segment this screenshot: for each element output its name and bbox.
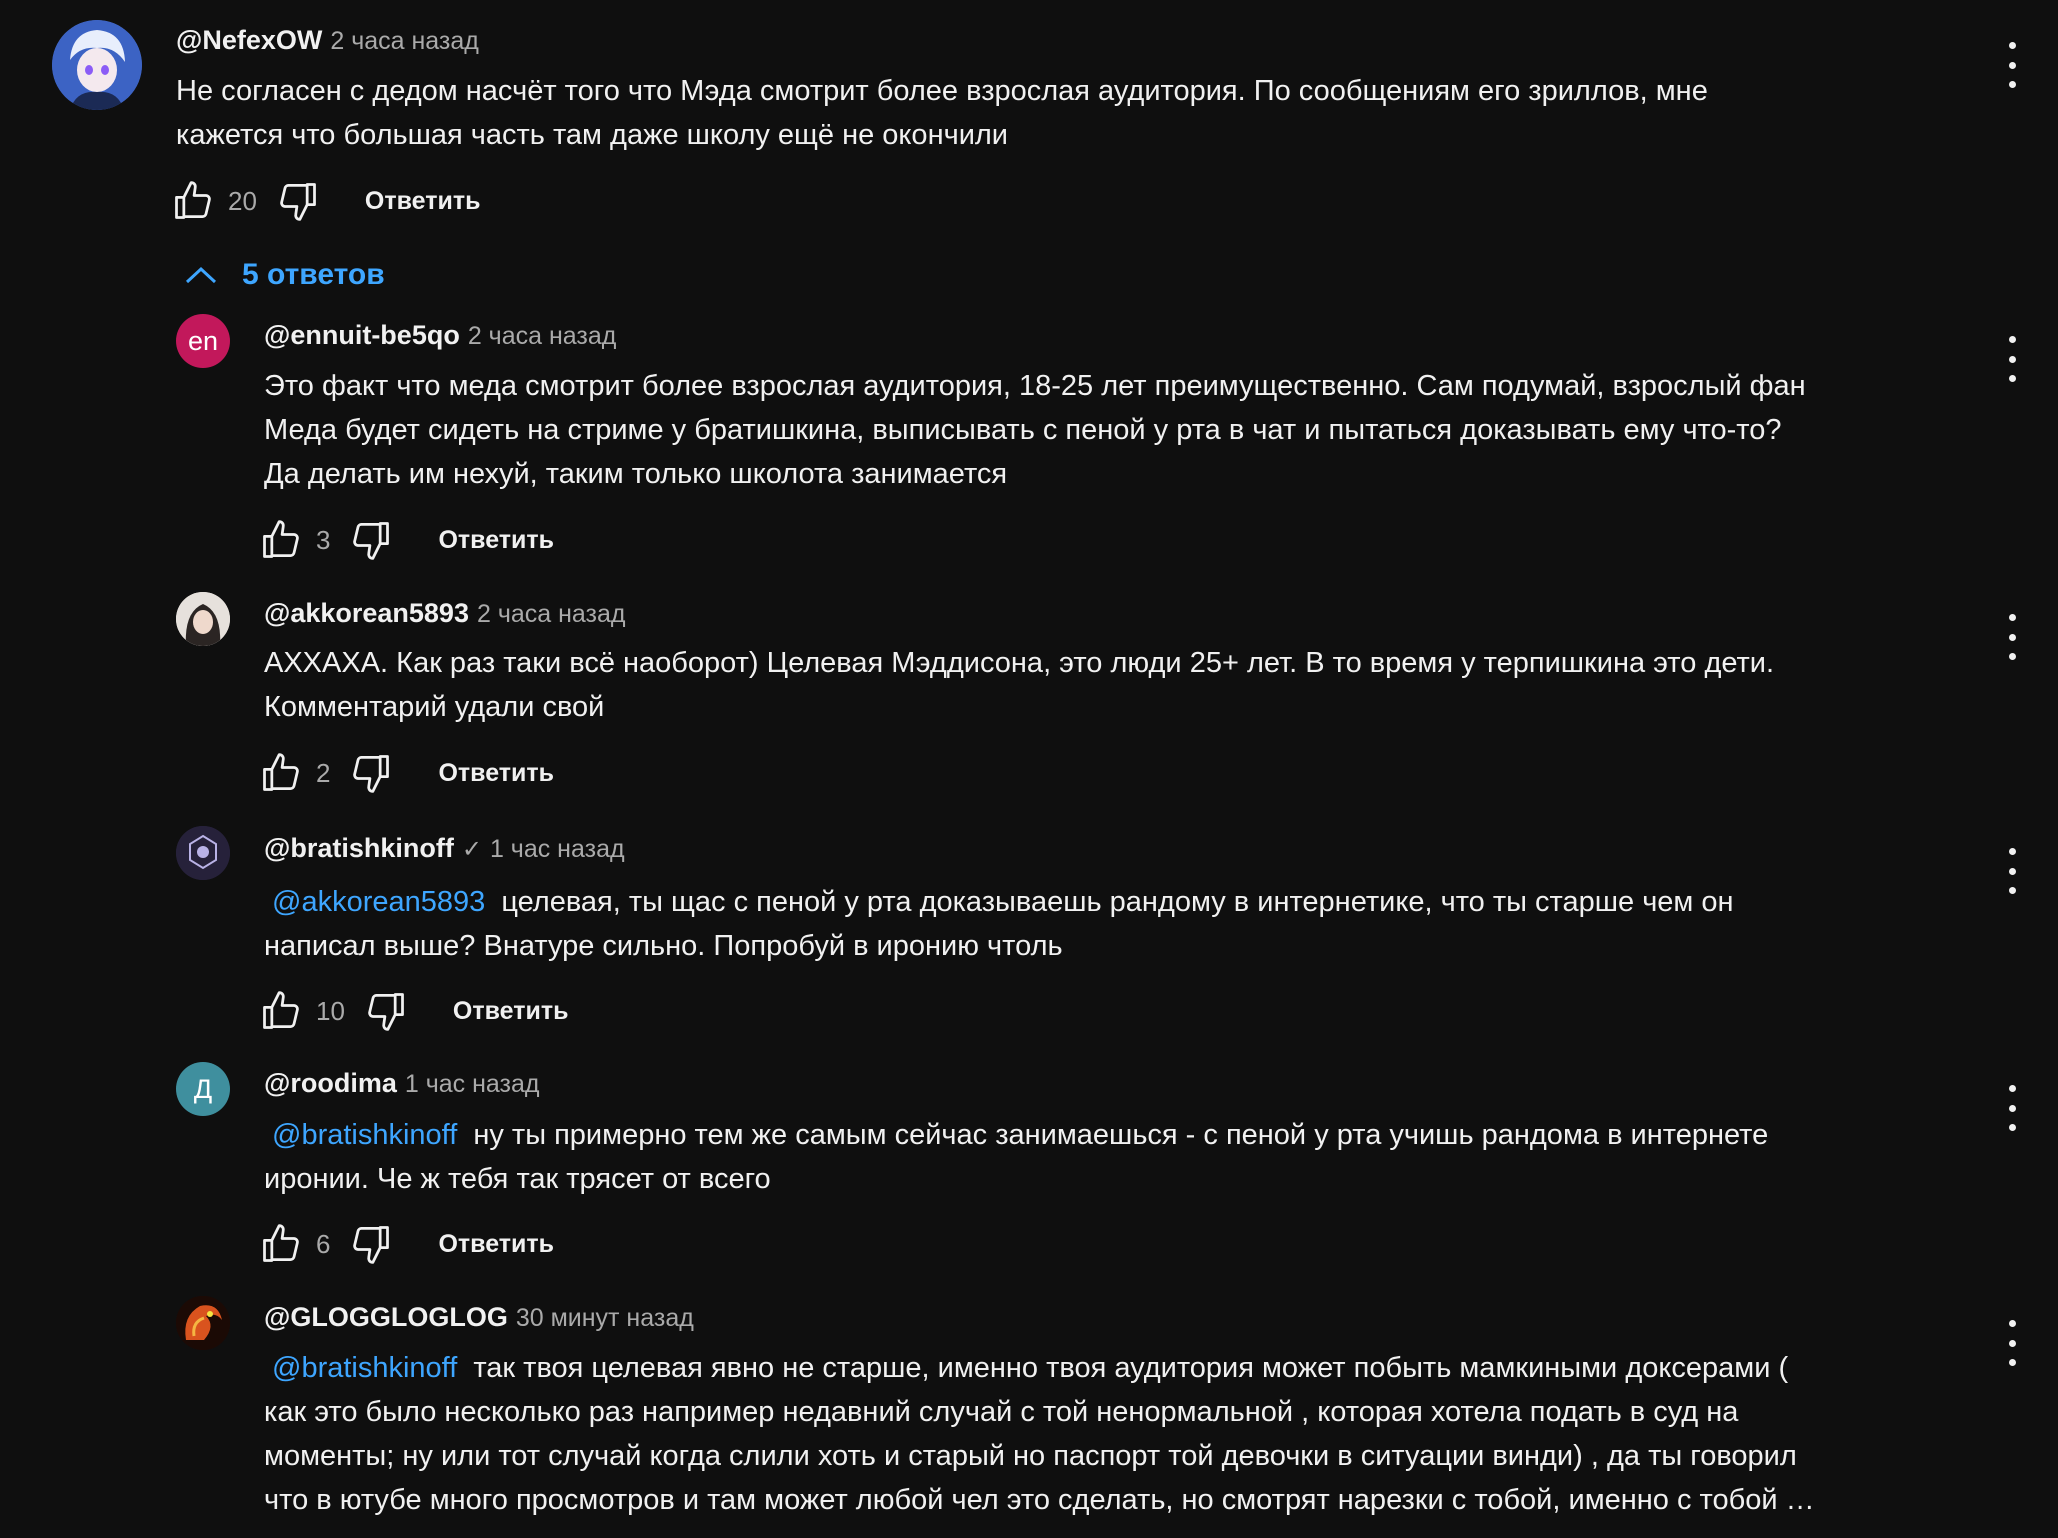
chevron-up-icon bbox=[185, 266, 217, 284]
comment-actions: 3 Ответить bbox=[258, 515, 554, 565]
timestamp[interactable]: 2 часа назад bbox=[330, 27, 479, 55]
thumb-up-icon bbox=[263, 1224, 299, 1262]
like-count: 20 bbox=[228, 185, 257, 216]
thumb-down-icon bbox=[353, 522, 390, 560]
replies-count-label: 5 ответов bbox=[242, 258, 385, 291]
reply-button[interactable]: Ответить bbox=[438, 526, 554, 555]
like-button[interactable] bbox=[258, 988, 304, 1034]
like-count: 2 bbox=[316, 757, 331, 788]
anime-avatar-icon bbox=[52, 20, 142, 110]
author-name[interactable]: @NefexOW bbox=[176, 25, 322, 55]
mention-link[interactable]: @bratishkinoff bbox=[264, 1352, 465, 1384]
comment-text-content: ну ты примерно тем же самым сейчас заним… bbox=[264, 1119, 1769, 1195]
dragon-avatar-icon bbox=[176, 1296, 230, 1350]
like-button[interactable] bbox=[258, 750, 304, 796]
avatar[interactable] bbox=[176, 1296, 230, 1350]
avatar-initials: en bbox=[187, 325, 219, 356]
channel-logo-icon bbox=[176, 826, 230, 880]
more-actions-icon[interactable] bbox=[2006, 1320, 2018, 1366]
reply-button[interactable]: Ответить bbox=[365, 187, 481, 216]
dislike-button[interactable] bbox=[275, 178, 321, 224]
comment-actions: 10 Ответить bbox=[258, 986, 568, 1036]
thumb-down-icon bbox=[353, 1226, 390, 1264]
comment-text: @bratishkinoff ну ты примерно тем же сам… bbox=[264, 1113, 1964, 1201]
dislike-button[interactable] bbox=[348, 517, 394, 563]
like-button[interactable] bbox=[258, 517, 304, 563]
dislike-button[interactable] bbox=[348, 1221, 394, 1267]
reply-button[interactable]: Ответить bbox=[453, 997, 569, 1026]
timestamp[interactable]: 1 час назад bbox=[405, 1070, 540, 1098]
like-count: 10 bbox=[316, 995, 345, 1026]
comment-text: @akkorean5893 целевая, ты щас с пеной у … bbox=[264, 880, 1964, 968]
comment-header: @roodima 1 час назад bbox=[264, 1066, 539, 1101]
thumb-up-icon bbox=[263, 520, 299, 558]
comment-actions: 2 Ответить bbox=[258, 748, 554, 798]
mention-link[interactable]: @akkorean5893 bbox=[264, 886, 493, 918]
like-button[interactable] bbox=[258, 1221, 304, 1267]
like-count: 6 bbox=[316, 1228, 331, 1259]
comment-actions: 6 Ответить bbox=[258, 1219, 554, 1269]
thumb-up-icon bbox=[263, 991, 299, 1029]
timestamp[interactable]: 2 часа назад bbox=[477, 600, 626, 628]
comment-header: @GLOGGLOGLOG 30 минут назад bbox=[264, 1300, 694, 1335]
comment-actions: 20 Ответить bbox=[170, 176, 480, 226]
author-name[interactable]: @roodima bbox=[264, 1068, 397, 1098]
thumb-up-icon bbox=[175, 181, 211, 219]
comment-text: АХХАХА. Как раз таки всё наоборот) Целев… bbox=[264, 647, 1775, 723]
like-button[interactable] bbox=[170, 178, 216, 224]
dislike-button[interactable] bbox=[348, 750, 394, 796]
author-name[interactable]: @GLOGGLOGLOG bbox=[264, 1302, 508, 1332]
reply-button[interactable]: Ответить bbox=[438, 1230, 554, 1259]
avatar[interactable] bbox=[176, 826, 230, 880]
avatar[interactable]: en bbox=[176, 314, 230, 368]
avatar[interactable] bbox=[52, 20, 142, 110]
author-name[interactable]: @bratishkinoff bbox=[264, 833, 454, 863]
author-name[interactable]: @akkorean5893 bbox=[264, 598, 469, 628]
comment-text: Это факт что меда смотрит более взрослая… bbox=[264, 370, 1806, 490]
more-actions-icon[interactable] bbox=[2006, 614, 2018, 660]
reply-button[interactable]: Ответить bbox=[438, 759, 554, 788]
like-count: 3 bbox=[316, 524, 331, 555]
avatar[interactable]: Д bbox=[176, 1062, 230, 1116]
more-actions-icon[interactable] bbox=[2006, 1085, 2018, 1131]
comment-header: @akkorean5893 2 часа назад bbox=[264, 596, 625, 631]
comment-header: @NefexOW 2 часа назад bbox=[176, 23, 479, 58]
avatar-initials: Д bbox=[193, 1073, 213, 1104]
dislike-button[interactable] bbox=[363, 988, 409, 1034]
thumb-down-icon bbox=[280, 183, 316, 221]
avatar[interactable] bbox=[176, 592, 230, 646]
more-actions-icon[interactable] bbox=[2006, 848, 2018, 894]
timestamp[interactable]: 30 минут назад bbox=[516, 1304, 694, 1332]
more-actions-icon[interactable] bbox=[2006, 42, 2018, 88]
thumb-down-icon bbox=[368, 993, 404, 1031]
comment-text-content: так твоя целевая явно не старше, именно … bbox=[264, 1352, 1815, 1516]
timestamp[interactable]: 2 часа назад bbox=[468, 322, 617, 350]
author-name[interactable]: @ennuit-be5qo bbox=[264, 320, 460, 350]
replies-toggle-button[interactable]: 5 ответов bbox=[184, 252, 385, 298]
more-actions-icon[interactable] bbox=[2006, 336, 2018, 382]
mention-link[interactable]: @bratishkinoff bbox=[264, 1119, 465, 1151]
verified-check-icon: ✓ bbox=[461, 836, 482, 863]
comment-text: @bratishkinoff так твоя целевая явно не … bbox=[264, 1346, 1984, 1522]
thumb-down-icon bbox=[353, 755, 390, 793]
timestamp[interactable]: 1 час назад bbox=[490, 835, 625, 863]
comment-header: @bratishkinoff ✓ 1 час назад bbox=[264, 831, 625, 867]
person-photo-icon bbox=[176, 592, 230, 646]
thumb-up-icon bbox=[263, 753, 299, 791]
comment-text: Не согласен с дедом насчёт того что Мэда… bbox=[176, 75, 1708, 151]
comment-header: @ennuit-be5qo 2 часа назад bbox=[264, 318, 616, 353]
